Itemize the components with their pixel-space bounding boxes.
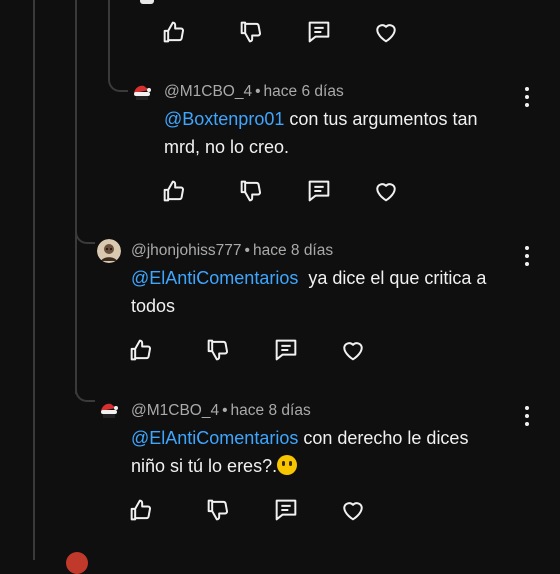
comment-meta: @M1CBO_4 • hace 8 días — [131, 402, 311, 420]
header-cutoff — [0, 0, 560, 8]
comment-meta: @M1CBO_4 • hace 6 días — [164, 83, 344, 101]
thread-line-inner — [108, 0, 110, 64]
comment-meta: @jhonjohiss777 • hace 8 días — [131, 242, 333, 260]
like-button[interactable] — [160, 177, 188, 205]
reply-comment-icon — [275, 499, 297, 521]
reply-comment-icon — [275, 339, 297, 361]
thread-line-outer — [33, 0, 35, 560]
comment-text-line2: todos — [131, 296, 176, 316]
next-comment-avatar[interactable] — [66, 552, 88, 574]
thumbs-up-icon — [163, 180, 185, 202]
comment-text-line2: mrd, no lo creo. — [164, 137, 290, 157]
comment-author[interactable]: @M1CBO_4 — [131, 402, 219, 419]
comment-author[interactable]: @jhonjohiss777 — [131, 242, 242, 259]
reply-comment-icon — [308, 180, 330, 202]
reply-button[interactable] — [272, 496, 300, 524]
heart-button[interactable] — [339, 336, 367, 364]
comment-text: @ElAntiComentarios ya dice el que critic… — [131, 264, 526, 320]
comment-time[interactable]: hace 8 días — [253, 242, 333, 259]
meta-separator: • — [222, 402, 228, 419]
dislike-button[interactable] — [237, 177, 265, 205]
thumbs-up-icon — [130, 499, 152, 521]
santa-hat-avatar-icon[interactable] — [97, 398, 121, 422]
comment-text-line1: con tus argumentos tan — [284, 109, 478, 129]
heart-button[interactable] — [339, 496, 367, 524]
meta-separator: • — [255, 83, 261, 100]
thumbs-down-icon — [207, 339, 229, 361]
comment-text-line1: con derecho le dices — [298, 428, 469, 448]
comment-text: @Boxtenpro01 con tus argumentos tan mrd,… — [164, 105, 524, 161]
comment-author[interactable]: @M1CBO_4 — [164, 83, 252, 100]
hushed-face-emoji — [277, 455, 298, 475]
thumbs-down-icon — [240, 180, 262, 202]
comment-text: @ElAntiComentarios con derecho le dices … — [131, 424, 526, 480]
dislike-button[interactable] — [237, 18, 265, 46]
santa-hat-avatar-icon[interactable] — [130, 80, 154, 104]
thread-branch-3 — [75, 380, 95, 402]
thumbs-up-icon — [163, 21, 185, 43]
dislike-button[interactable] — [204, 336, 232, 364]
heart-button[interactable] — [372, 177, 400, 205]
like-button[interactable] — [127, 496, 155, 524]
heart-icon — [343, 342, 363, 361]
more-vert-icon[interactable] — [524, 87, 530, 107]
thumbs-down-icon — [207, 499, 229, 521]
heart-icon — [343, 502, 363, 521]
mention-link[interactable]: @ElAntiComentarios — [131, 268, 298, 288]
dislike-button[interactable] — [204, 496, 232, 524]
comment-time[interactable]: hace 6 días — [264, 83, 344, 100]
more-vert-icon[interactable] — [524, 406, 530, 426]
comment-text-line1: ya dice el que critica a — [298, 268, 487, 288]
reply-button[interactable] — [305, 177, 333, 205]
like-button[interactable] — [127, 336, 155, 364]
thumbs-up-icon — [130, 339, 152, 361]
more-vert-icon[interactable] — [524, 246, 530, 266]
reply-button[interactable] — [305, 18, 333, 46]
meta-separator: • — [244, 242, 250, 259]
comment-text-line2: niño si tú lo eres?. — [131, 456, 278, 476]
thread-branch-2 — [75, 222, 95, 244]
thread-line-mid — [75, 0, 77, 394]
reply-button[interactable] — [272, 336, 300, 364]
mention-link[interactable]: @ElAntiComentarios — [131, 428, 298, 448]
heart-icon — [376, 183, 396, 202]
like-button[interactable] — [160, 18, 188, 46]
thumbs-down-icon — [240, 21, 262, 43]
person-avatar-icon[interactable] — [97, 239, 121, 263]
mention-link[interactable]: @Boxtenpro01 — [164, 109, 284, 129]
comment-time[interactable]: hace 8 días — [231, 402, 311, 419]
header-cutoff-glyph — [140, 0, 154, 4]
thread-branch-1 — [108, 60, 128, 92]
reply-comment-icon — [308, 21, 330, 43]
heart-icon — [376, 24, 396, 43]
heart-button[interactable] — [372, 18, 400, 46]
